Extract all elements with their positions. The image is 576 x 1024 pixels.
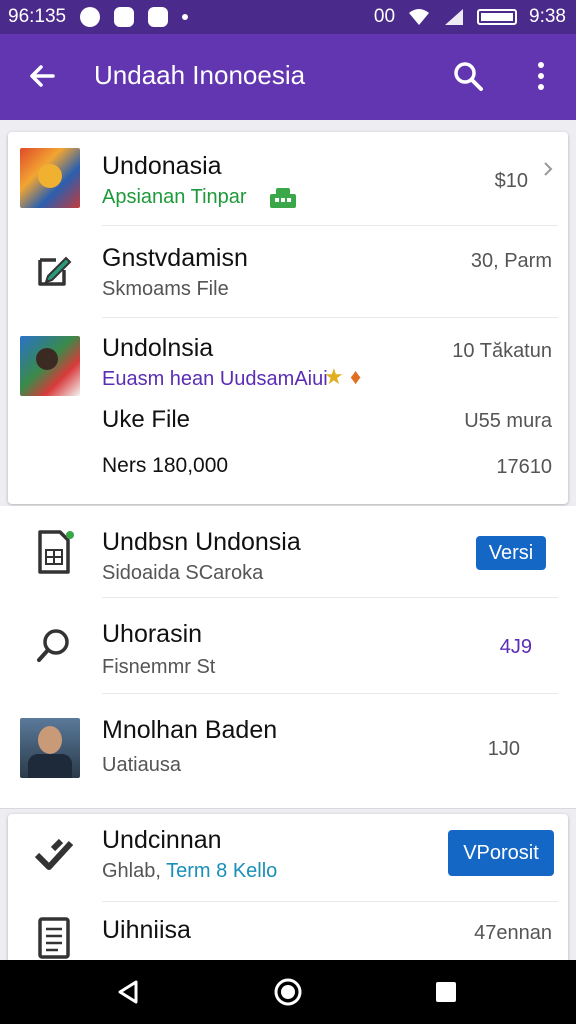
list-item[interactable]: Undolnsia Euasm hean UudsamAiui ★ ♦ 10 T… <box>8 318 568 512</box>
notification-grid-icon <box>114 7 135 27</box>
list-item[interactable]: Undonasia Apsianan Tinpar $10 <box>8 132 568 226</box>
photo-subject <box>38 164 62 188</box>
nav-recents-icon <box>436 982 456 1002</box>
item-subtitle: Fisnemmr St <box>102 656 216 678</box>
search-icon <box>454 62 483 91</box>
file-label: Uke File <box>102 406 191 433</box>
nav-back-icon <box>118 980 138 1004</box>
magnifier-icon <box>32 624 76 668</box>
status-bar-left: 96:135 <box>8 6 189 28</box>
chevron-right-icon <box>544 162 553 176</box>
battery-icon <box>477 9 518 25</box>
item-subtitle: Uatiausa <box>102 754 181 776</box>
version-button[interactable]: Versi <box>476 536 546 570</box>
list-item[interactable]: Undcinnan Ghlab, Term 8 Kello VPorosit <box>8 814 568 902</box>
nav-back-button[interactable] <box>110 974 146 1010</box>
status-bar-right: 00 9:38 <box>374 6 566 28</box>
app-bar: Undaah Inonoesia <box>0 34 576 120</box>
system-nav-bar <box>0 960 576 1024</box>
photo-subject <box>36 348 58 370</box>
list-item[interactable]: Undbsn Undonsia Sidoaida SCaroka Versi <box>8 506 568 598</box>
list-item[interactable]: Uihniisa 47ennan <box>8 902 568 964</box>
back-button[interactable] <box>22 56 62 96</box>
item-title: Uihniisa <box>102 916 191 944</box>
building-badge-icon <box>270 188 296 208</box>
item-subtitle-prefix: Ghlab, <box>102 860 161 882</box>
notification-dot-icon <box>182 14 189 20</box>
item-title: Mnolhan Baden <box>102 716 278 744</box>
star-icon: ★ <box>324 364 344 389</box>
fire-icon: ♦ <box>350 364 362 389</box>
status-time-left: 96:135 <box>8 6 67 27</box>
item-title: Undcinnan <box>102 826 222 854</box>
more-options-button[interactable] <box>524 56 558 96</box>
file-meta: U55 mura <box>464 410 552 432</box>
list-item[interactable]: Mnolhan Baden Uatiausa 1J0 <box>8 694 568 804</box>
status-time-right: 9:38 <box>529 6 566 27</box>
wifi-icon <box>409 9 430 25</box>
plain-list: Undbsn Undonsia Sidoaida SCaroka Versi U… <box>0 506 576 809</box>
count-label: Ners 180,000 <box>102 454 229 477</box>
item-subtitle-link[interactable]: Term 8 Kello <box>166 860 277 882</box>
item-meta: 47ennan <box>474 922 552 944</box>
item-title: Undolnsia <box>102 334 214 362</box>
item-subtitle: Euasm hean UudsamAiui <box>102 368 328 390</box>
notification-app-icon <box>80 7 101 27</box>
cell-signal-icon <box>445 9 464 25</box>
item-meta: 10 Tăkatun <box>452 340 552 362</box>
item-subtitle: Ghlab, Term 8 Kello <box>102 860 277 883</box>
item-price: $10 <box>494 170 528 192</box>
event-photo-thumbnail <box>20 148 80 208</box>
back-arrow-icon <box>30 65 55 87</box>
status-signal-text: 00 <box>373 6 396 27</box>
deposit-button[interactable]: VPorosit <box>448 830 554 876</box>
item-subtitle: Apsianan Tinpar <box>102 186 247 208</box>
avatar-body <box>28 754 72 778</box>
nav-home-icon <box>274 978 302 1006</box>
top-card: Undonasia Apsianan Tinpar $10 Gnstvdamis… <box>8 132 568 504</box>
item-title: Undonasia <box>102 152 222 180</box>
item-meta: 1J0 <box>487 738 520 760</box>
nav-recents-button[interactable] <box>428 974 464 1010</box>
item-meta: 30, Parm <box>470 250 552 272</box>
item-title: Gnstvdamisn <box>102 244 248 272</box>
edit-box-icon <box>32 248 76 292</box>
item-meta: 4J9 <box>499 636 532 658</box>
status-bar: 96:135 00 9:38 <box>0 0 576 34</box>
search-button[interactable] <box>448 56 488 96</box>
sheet-file-icon <box>32 530 76 574</box>
item-title: Uhorasin <box>102 620 203 648</box>
list-item[interactable]: Gnstvdamisn Skmoams File 30, Parm <box>8 226 568 318</box>
item-title: Undbsn Undonsia <box>102 528 301 556</box>
bottom-card: Undcinnan Ghlab, Term 8 Kello VPorosit U… <box>8 814 568 964</box>
profile-photo-thumbnail <box>20 336 80 396</box>
avatar <box>20 718 80 778</box>
avatar-face <box>38 726 62 754</box>
page-title: Undaah Inonoesia <box>94 60 306 90</box>
item-subtitle: Skmoams File <box>102 278 229 300</box>
more-vert-icon <box>538 62 544 90</box>
list-item[interactable]: Uhorasin Fisnemmr St 4J9 <box>8 598 568 694</box>
check-stack-icon <box>32 832 76 876</box>
count-value: 17610 <box>496 456 552 478</box>
nav-home-button[interactable] <box>270 974 306 1010</box>
notification-image-icon <box>148 7 169 27</box>
item-subtitle: Sidoaida SCaroka <box>102 562 264 584</box>
document-icon <box>32 916 76 960</box>
